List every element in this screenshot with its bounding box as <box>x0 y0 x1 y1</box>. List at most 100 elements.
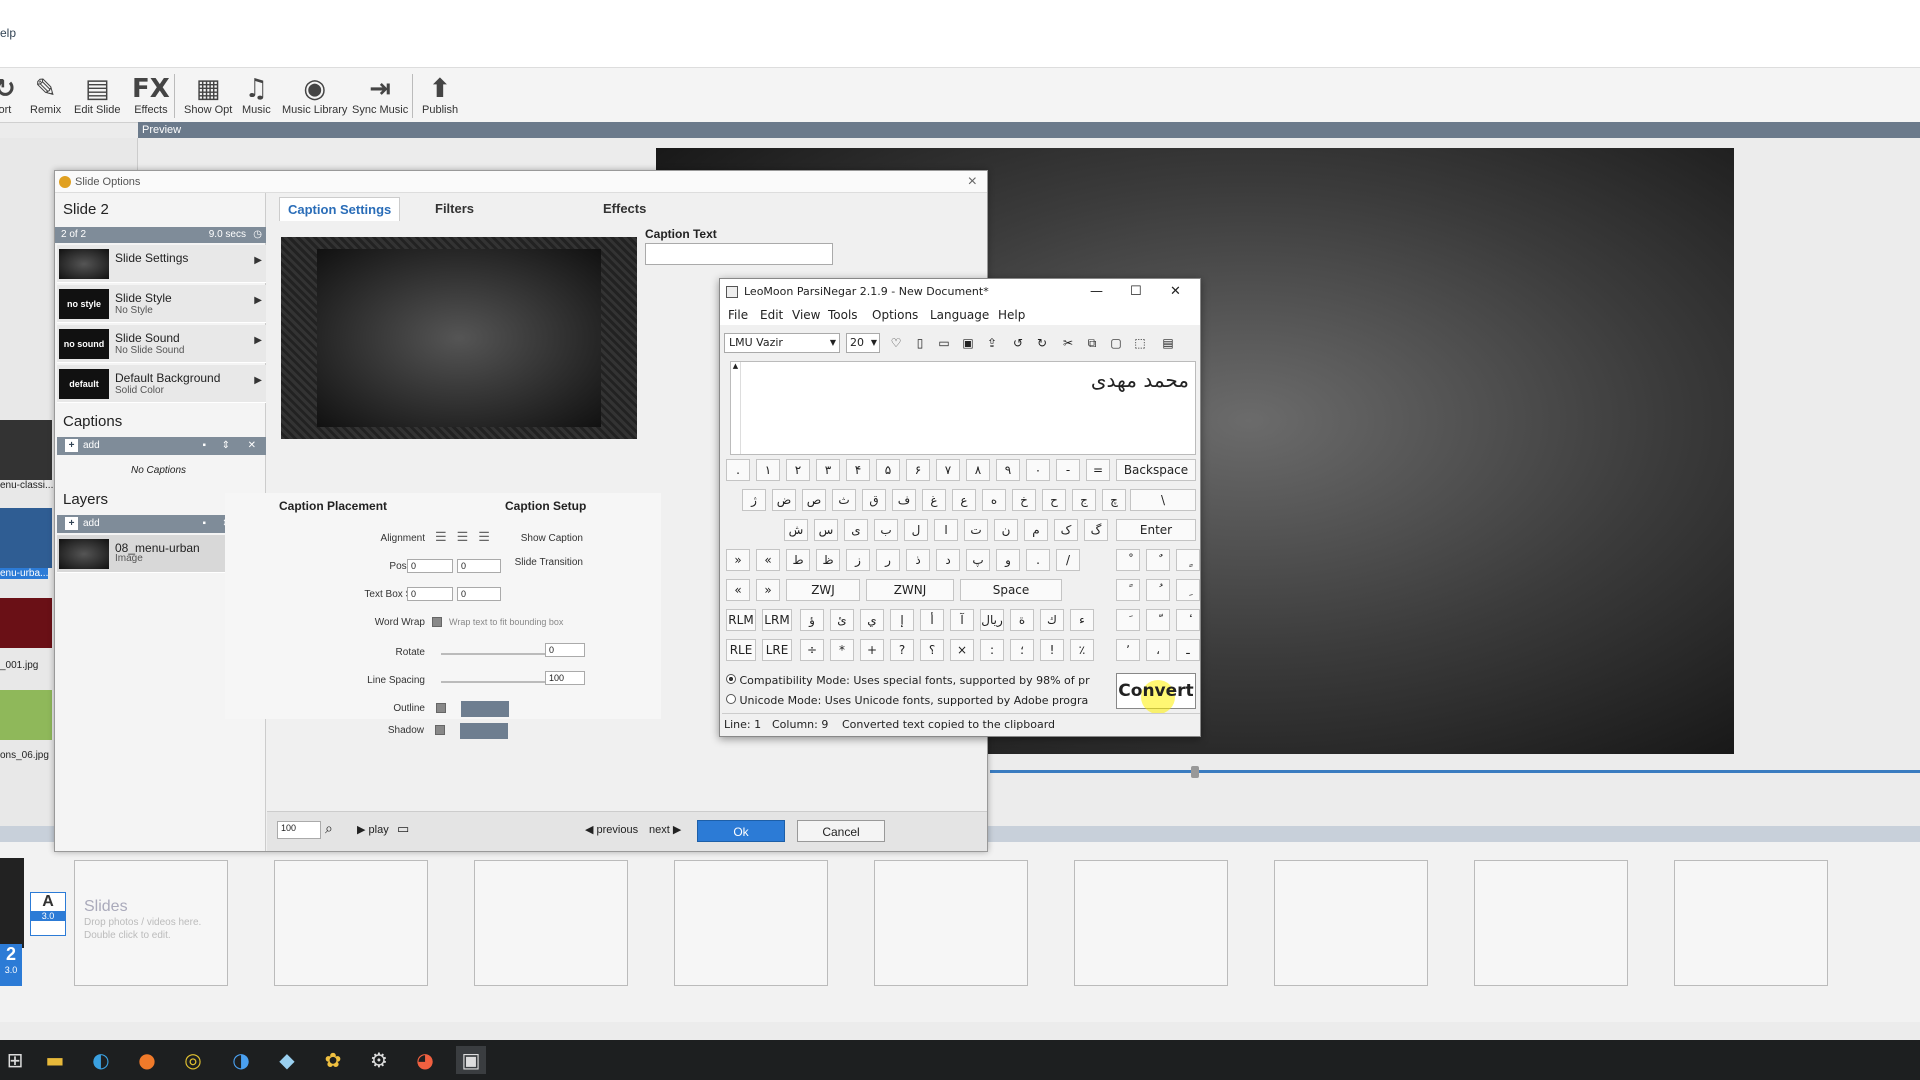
keyboard-key[interactable]: + <box>860 639 884 661</box>
slide-slot[interactable] <box>1074 860 1228 986</box>
keyboard-key[interactable]: ف <box>892 489 916 511</box>
size-y-input[interactable]: 0 <box>457 587 501 601</box>
app-icon[interactable]: ◑ <box>226 1046 256 1074</box>
task-view-icon[interactable]: ⊞ <box>0 1046 30 1074</box>
tools-icon[interactable]: ✕ <box>248 437 256 455</box>
magnifier-icon[interactable]: ⌕ <box>325 820 333 837</box>
keyboard-key[interactable]: . <box>1026 549 1050 571</box>
add-layer-button[interactable]: add <box>83 518 100 529</box>
keyboard-key[interactable]: ؤ <box>800 609 824 631</box>
play-button[interactable]: ▶ play <box>357 823 389 836</box>
keyboard-key[interactable]: س <box>814 519 838 541</box>
keyboard-key[interactable]: ئ <box>830 609 854 631</box>
keyboard-key[interactable]: آ <box>950 609 974 631</box>
app-icon[interactable]: ◆ <box>272 1046 302 1074</box>
trash-icon[interactable]: ▪ <box>202 437 206 455</box>
keyboard-key[interactable]: ك <box>1040 609 1064 631</box>
keyboard-key[interactable]: ک <box>1054 519 1078 541</box>
slide-slot[interactable] <box>1474 860 1628 986</box>
unicode-mode-radio[interactable]: Unicode Mode: Uses Unicode fonts, suppor… <box>726 691 1090 711</box>
select-all-icon[interactable]: ⬚ <box>1130 333 1150 353</box>
keyboard-key[interactable]: ز <box>846 549 870 571</box>
keyboard-key[interactable]: د <box>936 549 960 571</box>
keyboard-key[interactable]: ? <box>890 639 914 661</box>
keyboard-key[interactable]: ح <box>1042 489 1066 511</box>
keyboard-key[interactable]: RLE <box>726 639 756 661</box>
outline-checkbox[interactable] <box>436 703 446 713</box>
keyboard-key[interactable]: ۳ <box>816 459 840 481</box>
slide-slot[interactable] <box>474 860 628 986</box>
keyboard-key[interactable]: ظ <box>816 549 840 571</box>
strip-thumb[interactable] <box>0 420 52 480</box>
menu-tools[interactable]: Tools <box>828 308 858 322</box>
maximize-icon[interactable]: ☐ <box>1130 279 1142 305</box>
toolbar-edit-slide-button[interactable]: ▤ Edit Slide <box>74 74 120 116</box>
keyboard-key[interactable]: ZWJ <box>786 579 860 601</box>
next-button[interactable]: next ▶ <box>649 823 681 836</box>
keyboard-key[interactable]: ث <box>832 489 856 511</box>
keyboard-key[interactable]: RLM <box>726 609 756 631</box>
editor-scrollbar[interactable]: ▲ <box>731 362 741 454</box>
keyboard-key[interactable]: ه <box>982 489 1006 511</box>
cut-icon[interactable]: ✂ <box>1058 333 1078 353</box>
keyboard-key[interactable]: ء <box>1070 609 1094 631</box>
font-size-select[interactable]: 20 ▼ <box>846 333 880 353</box>
keyboard-key[interactable]: ۲ <box>786 459 810 481</box>
minimize-icon[interactable]: — <box>1090 279 1103 305</box>
plus-icon[interactable]: + <box>65 439 78 452</box>
keyboard-key[interactable]: Space <box>960 579 1062 601</box>
calculator-icon[interactable]: ▤ <box>1158 333 1178 353</box>
reorder-icon[interactable]: ⇕ <box>222 437 230 455</box>
toolbar-show-options-button[interactable]: ▦ Show Opt <box>184 74 232 116</box>
toolbar-sync-music-button[interactable]: ⇥ Sync Music <box>352 74 408 116</box>
keyboard-key[interactable]: ط <box>786 549 810 571</box>
save-as-icon[interactable]: ⇪ <box>982 333 1002 353</box>
slide-slot[interactable] <box>274 860 428 986</box>
word-wrap-checkbox[interactable] <box>432 617 442 627</box>
shadow-color-swatch[interactable] <box>460 723 508 739</box>
keyboard-key[interactable]: ة <box>1010 609 1034 631</box>
keyboard-key[interactable]: غ <box>922 489 946 511</box>
paste-icon[interactable]: ▢ <box>1106 333 1126 353</box>
keyboard-key[interactable]: = <box>1086 459 1110 481</box>
fullscreen-icon[interactable]: ▭ <box>397 821 409 837</box>
slide-style-item[interactable]: no style Slide Style No Style ▶ <box>57 285 266 323</box>
toolbar-music-library-button[interactable]: ◉ Music Library <box>282 74 347 116</box>
close-icon[interactable]: × <box>968 171 977 193</box>
keyboard-key[interactable]: \ <box>1130 489 1196 511</box>
strip-thumb[interactable] <box>0 598 52 648</box>
save-icon[interactable]: ▣ <box>958 333 978 353</box>
keyboard-key[interactable]: : <box>980 639 1004 661</box>
cancel-button[interactable]: Cancel <box>797 820 885 842</box>
keyboard-key[interactable]: َ <box>1116 609 1140 631</box>
menu-help[interactable]: elp <box>0 26 16 40</box>
keyboard-key[interactable]: « <box>726 579 750 601</box>
keyboard-key[interactable]: ا <box>934 519 958 541</box>
new-file-icon[interactable]: ▯ <box>910 333 930 353</box>
open-icon[interactable]: ▭ <box>934 333 954 353</box>
keyboard-key[interactable]: ٬ <box>1116 639 1140 661</box>
keyboard-key[interactable]: إ <box>890 609 914 631</box>
compat-mode-radio[interactable]: Compatibility Mode: Uses special fonts, … <box>726 671 1090 691</box>
line-spacing-input[interactable]: 100 <box>545 671 585 685</box>
keyboard-key[interactable]: LRE <box>762 639 792 661</box>
add-caption-button[interactable]: add <box>83 440 100 451</box>
keyboard-key[interactable]: و <box>996 549 1020 571</box>
keyboard-key[interactable]: ! <box>1040 639 1064 661</box>
keyboard-key[interactable]: ْ <box>1116 549 1140 571</box>
keyboard-key[interactable]: LRM <box>762 609 792 631</box>
tray-slide-number[interactable]: 2 3.0 <box>0 944 22 986</box>
keyboard-key[interactable]: ZWNJ <box>866 579 954 601</box>
keyboard-key[interactable]: ِ <box>1176 579 1200 601</box>
slide-settings-item[interactable]: Slide Settings ▶ <box>57 245 266 283</box>
keyboard-key[interactable]: × <box>950 639 974 661</box>
keyboard-key[interactable]: ص <box>802 489 826 511</box>
toolbar-publish-button[interactable]: ⬆ Publish <box>422 74 458 116</box>
slide-sound-item[interactable]: no sound Slide Sound No Slide Sound ▶ <box>57 325 266 363</box>
toolbar-music-button[interactable]: ♫ Music <box>242 74 271 116</box>
keyboard-key[interactable]: ؛ <box>1010 639 1034 661</box>
size-x-input[interactable]: 0 <box>407 587 453 601</box>
keyboard-key[interactable]: Enter <box>1116 519 1196 541</box>
keyboard-key[interactable]: م <box>1024 519 1048 541</box>
file-explorer-icon[interactable]: ▬ <box>40 1046 70 1074</box>
